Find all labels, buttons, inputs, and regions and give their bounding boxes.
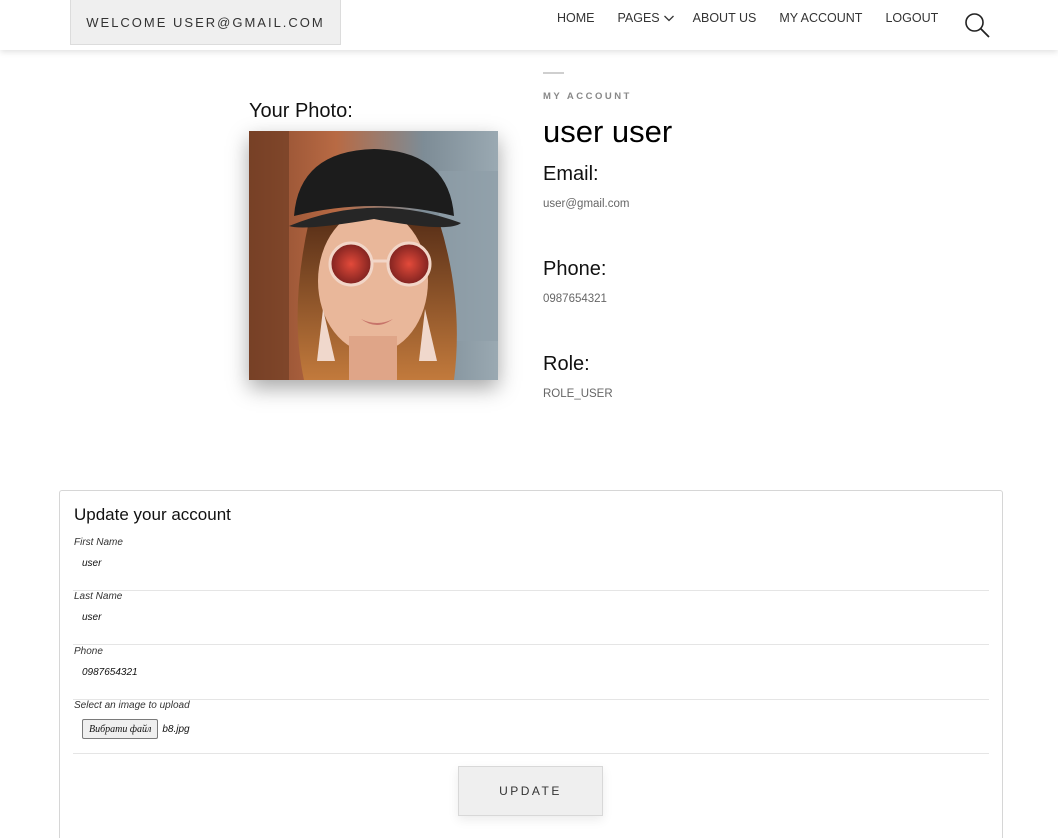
profile-photo-image xyxy=(249,131,498,380)
image-upload-label: Select an image to upload xyxy=(74,700,190,711)
phone-input[interactable] xyxy=(82,663,962,681)
phone-value: 0987654321 xyxy=(543,293,607,305)
phone-label: Phone: xyxy=(543,258,607,280)
form-title: Update your account xyxy=(74,505,231,524)
update-account-form: Update your account First Name Last Name… xyxy=(59,490,1003,838)
welcome-badge: WELCOME USER@GMAIL.COM xyxy=(70,0,341,45)
profile-photo xyxy=(249,131,498,380)
role-value: ROLE_USER xyxy=(543,388,613,400)
update-button[interactable]: UPDATE xyxy=(458,766,603,816)
search-button[interactable] xyxy=(963,11,991,39)
first-name-input[interactable] xyxy=(82,554,962,572)
chevron-down-icon xyxy=(663,15,674,22)
choose-file-button[interactable]: Вибрати файл xyxy=(82,719,159,739)
email-label: Email: xyxy=(543,163,599,185)
user-full-name: user user xyxy=(543,114,673,149)
nav-pages[interactable]: PAGES xyxy=(618,11,675,25)
nav-about-us[interactable]: ABOUT US xyxy=(693,11,757,25)
phone-field-label: Phone xyxy=(74,646,103,657)
accent-divider xyxy=(543,72,564,74)
nav-logout[interactable]: LOGOUT xyxy=(885,11,938,25)
first-name-field: First Name xyxy=(73,537,989,591)
nav-home[interactable]: HOME xyxy=(557,11,595,25)
site-header: WELCOME USER@GMAIL.COM HOME PAGES ABOUT … xyxy=(0,0,1058,50)
selected-file-name: b8.jpg xyxy=(162,723,190,735)
nav-pages-label: PAGES xyxy=(617,11,660,25)
last-name-input[interactable] xyxy=(82,608,962,626)
first-name-label: First Name xyxy=(74,537,123,548)
last-name-label: Last Name xyxy=(74,591,123,602)
email-value: user@gmail.com xyxy=(543,198,630,210)
photo-label: Your Photo: xyxy=(249,100,353,122)
section-kicker: MY ACCOUNT xyxy=(543,91,632,102)
image-upload-field: Select an image to upload Вибрати файл b… xyxy=(73,700,989,754)
file-picker: Вибрати файл b8.jpg xyxy=(82,719,190,739)
role-label: Role: xyxy=(543,353,590,375)
phone-field: Phone xyxy=(73,646,989,700)
main-nav: HOME PAGES ABOUT US MY ACCOUNT LOGOUT xyxy=(557,11,961,25)
search-icon xyxy=(965,13,990,38)
nav-my-account[interactable]: MY ACCOUNT xyxy=(779,11,862,25)
last-name-field: Last Name xyxy=(73,591,989,645)
